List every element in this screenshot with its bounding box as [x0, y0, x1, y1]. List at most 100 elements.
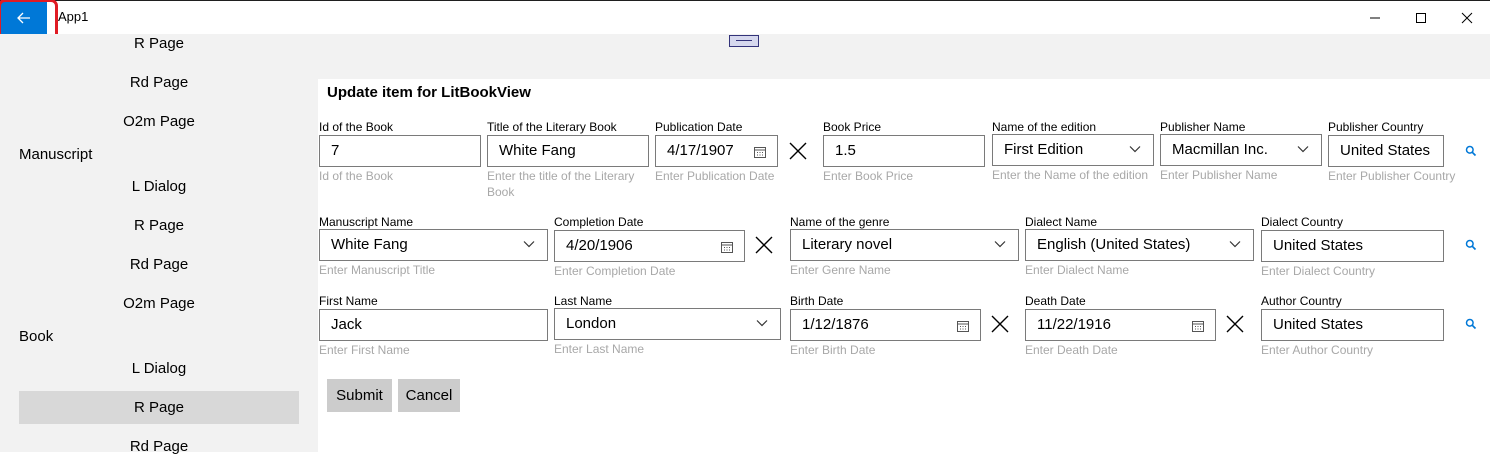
book-title-hint: Enter the title of the Literary Book — [487, 169, 635, 199]
publisher-country-label: Publisher Country — [1328, 120, 1424, 134]
dialect-name-label: Dialect Name — [1025, 215, 1098, 229]
sidebar-item-r-page[interactable]: R Page — [19, 27, 299, 60]
publisher-name-value: Macmillan Inc. — [1172, 141, 1268, 158]
edition-hint: Enter the Name of the edition — [992, 168, 1149, 182]
sidebar: R Page Rd Page O2m Page Manuscript L Dia… — [0, 34, 318, 455]
minimize-icon — [1370, 17, 1380, 18]
publication-date-hint: Enter Publication Date — [655, 169, 775, 183]
manuscript-name-value: White Fang — [331, 236, 408, 253]
sidebar-item-book-l-dialog[interactable]: L Dialog — [19, 352, 299, 385]
author-country-hint: Enter Author Country — [1261, 343, 1374, 357]
first-name-label: First Name — [319, 294, 378, 308]
edition-value: First Edition — [1004, 141, 1084, 158]
clear-x-icon[interactable] — [1225, 314, 1245, 334]
book-id-label: Id of the Book — [319, 120, 394, 134]
edition-label: Name of the edition — [992, 120, 1097, 134]
dialect-name-value: English (United States) — [1037, 236, 1191, 253]
cancel-button[interactable]: Cancel — [398, 379, 460, 412]
genre-combobox[interactable]: Literary novel — [790, 229, 1019, 261]
arrow-left-icon — [16, 12, 30, 23]
submit-button[interactable]: Submit — [327, 379, 392, 412]
sidebar-item-manuscript-r-page[interactable]: R Page — [19, 209, 299, 242]
search-icon[interactable] — [1465, 239, 1477, 251]
drag-handle[interactable] — [729, 35, 759, 47]
dialect-name-combobox[interactable]: English (United States) — [1025, 229, 1254, 261]
last-name-value: London — [566, 315, 617, 332]
chevron-down-icon — [756, 320, 768, 327]
sidebar-item-manuscript-rd-page[interactable]: Rd Page — [19, 248, 299, 281]
dialect-country-label: Dialect Country — [1261, 215, 1344, 229]
clear-x-icon[interactable] — [754, 235, 774, 255]
completion-date-hint: Enter Completion Date — [554, 264, 676, 278]
first-name-field[interactable]: Jack — [319, 309, 548, 341]
book-title-field[interactable]: White Fang — [487, 135, 649, 167]
publication-date-label: Publication Date — [655, 120, 743, 134]
book-price-hint: Enter Book Price — [823, 169, 914, 183]
close-button[interactable] — [1444, 1, 1490, 34]
birth-date-hint: Enter Birth Date — [790, 343, 876, 357]
manuscript-name-combobox[interactable]: White Fang — [319, 229, 548, 261]
minimize-button[interactable] — [1352, 1, 1398, 34]
publisher-name-label: Publisher Name — [1160, 120, 1246, 134]
birth-date-value: 1/12/1876 — [802, 316, 869, 333]
sidebar-item-rd-page[interactable]: Rd Page — [19, 66, 299, 99]
genre-value: Literary novel — [802, 236, 893, 253]
book-title-label: Title of the Literary Book — [487, 120, 617, 134]
clear-x-icon[interactable] — [788, 141, 808, 161]
chevron-down-icon — [1297, 146, 1309, 153]
calendar-icon — [754, 147, 766, 158]
chevron-down-icon — [1229, 241, 1241, 248]
search-icon[interactable] — [1465, 318, 1477, 330]
death-date-picker[interactable]: 11/22/1916 — [1025, 309, 1216, 341]
close-icon — [1461, 12, 1473, 23]
chevron-down-icon — [994, 241, 1006, 248]
book-id-hint: Id of the Book — [319, 169, 394, 183]
last-name-label: Last Name — [554, 294, 613, 308]
sidebar-group-book[interactable]: Book — [19, 328, 53, 345]
maximize-button[interactable] — [1398, 1, 1444, 34]
first-name-hint: Enter First Name — [319, 343, 410, 357]
genre-hint: Enter Genre Name — [790, 263, 891, 277]
header-strip — [318, 34, 1490, 79]
birth-date-picker[interactable]: 1/12/1876 — [790, 309, 981, 341]
sidebar-item-book-r-page[interactable]: R Page — [19, 391, 299, 424]
completion-date-value: 4/20/1906 — [566, 237, 633, 254]
book-price-field[interactable]: 1.5 — [823, 135, 985, 167]
sidebar-item-book-rd-page[interactable]: Rd Page — [19, 430, 299, 463]
publisher-country-hint: Enter Publisher Country — [1328, 169, 1456, 183]
completion-date-picker[interactable]: 4/20/1906 — [554, 230, 745, 262]
dialect-name-hint: Enter Dialect Name — [1025, 263, 1130, 277]
calendar-icon — [1192, 321, 1204, 332]
sidebar-item-manuscript-l-dialog[interactable]: L Dialog — [19, 170, 299, 203]
dialect-country-hint: Enter Dialect Country — [1261, 264, 1376, 278]
clear-x-icon[interactable] — [990, 314, 1010, 334]
app-title: App1 — [58, 9, 89, 24]
author-country-field[interactable]: United States — [1261, 309, 1444, 341]
publisher-name-hint: Enter Publisher Name — [1160, 168, 1278, 182]
death-date-label: Death Date — [1025, 294, 1086, 308]
book-id-field[interactable]: 7 — [319, 135, 481, 167]
chevron-down-icon — [523, 241, 535, 248]
publication-date-picker[interactable]: 4/17/1907 — [655, 135, 778, 167]
publisher-country-field[interactable]: United States — [1328, 135, 1444, 167]
calendar-icon — [957, 321, 969, 332]
maximize-icon — [1416, 12, 1426, 23]
sidebar-item-o2m-page[interactable]: O2m Page — [19, 105, 299, 138]
publisher-name-combobox[interactable]: Macmillan Inc. — [1160, 134, 1322, 166]
publication-date-value: 4/17/1907 — [667, 142, 734, 159]
book-price-label: Book Price — [823, 120, 882, 134]
manuscript-name-label: Manuscript Name — [319, 215, 414, 229]
last-name-combobox[interactable]: London — [554, 308, 781, 340]
form-title: Update item for LitBookView — [327, 84, 531, 101]
birth-date-label: Birth Date — [790, 294, 844, 308]
dialect-country-field[interactable]: United States — [1261, 230, 1444, 262]
chevron-down-icon — [1129, 146, 1141, 153]
search-icon[interactable] — [1465, 145, 1477, 157]
edition-combobox[interactable]: First Edition — [992, 134, 1154, 166]
last-name-hint: Enter Last Name — [554, 342, 645, 356]
sidebar-group-manuscript[interactable]: Manuscript — [19, 146, 92, 163]
death-date-hint: Enter Death Date — [1025, 343, 1118, 357]
calendar-icon — [721, 242, 733, 253]
completion-date-label: Completion Date — [554, 215, 644, 229]
sidebar-item-manuscript-o2m-page[interactable]: O2m Page — [19, 287, 299, 320]
